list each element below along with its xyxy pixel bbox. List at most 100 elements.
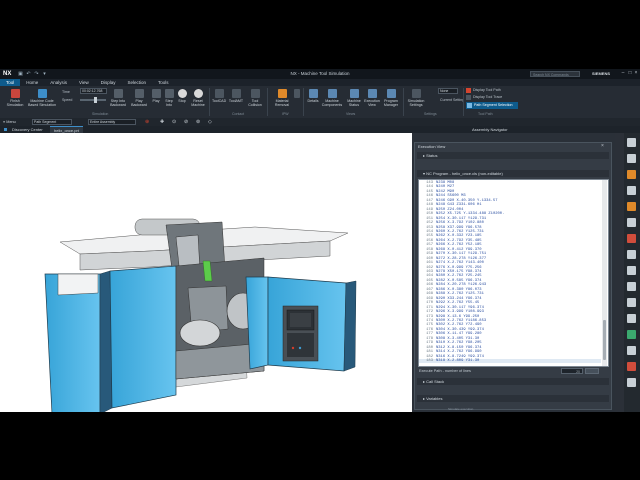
time-field[interactable]: 00:02:12.768 (80, 88, 107, 94)
snap-center-icon[interactable]: ⊚ (196, 119, 202, 125)
nc-program-section-header[interactable]: ▾ NC Program - helix_once.cls (non-edita… (417, 170, 609, 177)
tab-discovery-center[interactable]: Discovery Center (8, 126, 47, 133)
execution-view-button[interactable]: Execution View (363, 89, 381, 107)
camera-icon[interactable] (627, 378, 636, 387)
graphics-viewport[interactable] (0, 133, 412, 412)
scrollbar-thumb[interactable] (603, 320, 606, 360)
nc-line-text: N262 X-0.332 Y23.185 (436, 234, 482, 239)
menu-home[interactable]: Home (20, 79, 44, 86)
execute-path-button[interactable] (585, 368, 599, 374)
analysis-navigator-icon[interactable] (627, 346, 636, 355)
undo-icon[interactable]: ↶ (26, 71, 31, 77)
play-icon (151, 89, 161, 98)
nc-line-text: N242 M90 (436, 189, 455, 194)
simulation-settings-button[interactable]: Simulation Settings (405, 89, 427, 107)
part-navigator-icon[interactable] (627, 138, 636, 147)
palette-icon[interactable] (627, 266, 636, 275)
nc-line-text: N306 X-11.47 Y99.280 (436, 332, 482, 337)
presentation-icon[interactable] (627, 362, 636, 371)
menu-analysis[interactable]: Analysis (44, 79, 73, 86)
tab-assembly-navigator[interactable]: Assembly Navigator (468, 126, 512, 133)
ipw-button[interactable] (292, 89, 302, 99)
menu-tool[interactable]: Tool (0, 79, 21, 86)
snap-midpoint-icon[interactable]: ⊘ (184, 119, 190, 125)
machine-navigator-icon[interactable] (627, 234, 636, 243)
web-browser-icon[interactable] (627, 250, 636, 259)
group-simulation-label: Simulation (92, 112, 109, 116)
machine-code-simulation-button[interactable]: Machine Code Based Simulation (28, 89, 56, 107)
menu-view[interactable]: View (73, 79, 95, 86)
speed-slider-handle[interactable] (94, 97, 97, 103)
nc-program-listing[interactable]: 143 N238 M08 144 N240 M27 145 N242 M90 146 N244… (418, 179, 609, 367)
variables-section-header[interactable]: ▸ Variables (417, 395, 609, 402)
tool-collision-button[interactable]: Tool Collision (246, 89, 264, 107)
execution-view-side-icon[interactable] (627, 330, 636, 339)
nc-line-text: N286 X-0.380 Y86.073 (436, 287, 482, 292)
redo-icon[interactable]: ↷ (34, 71, 39, 77)
history-icon[interactable] (627, 218, 636, 227)
toolamt-button[interactable]: ToolAMT (228, 89, 244, 103)
nc-line-current[interactable]: 183 N318 X-2.809 Y31.30 (419, 359, 601, 364)
panel-close-icon[interactable]: × (601, 143, 604, 149)
quick-access-dropdown-icon[interactable]: ▾ (42, 71, 47, 77)
menu-tools[interactable]: Tools (152, 79, 175, 86)
nc-line-text: N266 X-2.762 Y52.185 (436, 243, 482, 248)
title-bar: NX ▣ ↶ ↷ ▾ NX - Machine Tool Simulation … (0, 69, 640, 79)
toolcad-icon (214, 89, 224, 98)
details-button[interactable]: Details (306, 89, 320, 103)
nc-line-text: N296 X-3.999 Y108.993 (436, 310, 484, 315)
step-into-backward-button[interactable]: Step Into Backward (110, 89, 126, 107)
machine-components-button[interactable]: Machine Components (320, 89, 344, 107)
assembly-navigator-icon[interactable] (627, 154, 636, 163)
status-section-header[interactable]: ▸ Status (417, 152, 609, 159)
play-button[interactable]: Play (150, 89, 162, 103)
step-into-button[interactable]: Step Into (163, 89, 175, 107)
display-toolpath-button[interactable]: Display Tool Path (466, 88, 516, 94)
minimize-icon[interactable]: – (620, 70, 626, 77)
nc-line-text: N272 X-28.278 Y126.377 (436, 256, 487, 261)
snap-quadrant-icon[interactable]: ◇ (208, 119, 214, 125)
process-studio-icon[interactable] (627, 282, 636, 291)
nc-line-text: N252 X5.725 Y-1334.488 Z10200. (436, 212, 505, 217)
current-setting-field[interactable]: None (438, 88, 458, 94)
ipw-icon (294, 89, 300, 98)
type-filter-dropdown[interactable]: Path Segment (32, 119, 72, 125)
toolamt-icon (231, 89, 241, 98)
program-manager-button[interactable]: Program Manager (381, 89, 401, 107)
machine-status-button[interactable]: Machine Status (345, 89, 363, 107)
stop-button[interactable]: Stop (176, 89, 188, 103)
finish-simulation-button[interactable]: Finish Simulation (4, 89, 26, 107)
nc-line-text: N318 X-2.809 Y31.30 (436, 359, 480, 363)
display-tooltrace-button[interactable]: Display Tool Trace (466, 95, 516, 101)
menu-display[interactable]: Display (95, 79, 122, 86)
assembly-scope-dropdown[interactable]: Entire Assembly (88, 119, 136, 125)
system-materials-icon[interactable] (627, 314, 636, 323)
reset-machine-button[interactable]: Reset Machine (190, 89, 206, 107)
menu-button[interactable]: ≡ Menu (3, 119, 27, 125)
right-enclosure-side (343, 280, 357, 372)
select-filter-icon[interactable]: ⊕ (145, 119, 151, 125)
menu-bar: Tool Home Analysis View Display Selectio… (0, 79, 640, 86)
manufacturing-wizard-icon[interactable] (627, 298, 636, 307)
nc-line-text: N294 X-30.117 Y96.374 (436, 305, 484, 310)
roles-icon[interactable] (627, 202, 636, 211)
constraint-navigator-icon[interactable] (627, 186, 636, 195)
material-removal-button[interactable]: Material Removal (272, 89, 292, 107)
speed-slider[interactable] (80, 97, 106, 103)
call-stack-section-header[interactable]: ▸ Call Stack (417, 378, 609, 385)
listing-scrollbar[interactable] (602, 180, 607, 366)
nc-line-text: N278 X50.175 Y98.374 (436, 270, 482, 274)
toolcad-button[interactable]: ToolCAD (212, 89, 226, 103)
nc-line-text: N276 X-0.999 Y75.256 (436, 265, 482, 270)
save-icon[interactable]: ▣ (18, 71, 23, 77)
reuse-library-icon[interactable] (627, 170, 636, 179)
path-segment-selection-button[interactable]: Path Segment Selection (466, 102, 518, 109)
snap-point-icon[interactable]: ✚ (160, 119, 166, 125)
execute-path-lines-field[interactable]: 20 (561, 368, 583, 374)
menu-selection[interactable]: Selection (122, 79, 153, 86)
snap-endpoint-icon[interactable]: ⊙ (172, 119, 178, 125)
play-backward-button[interactable]: Play Backward (130, 89, 148, 107)
document-tab-row: Discovery Center helix_once.prt Assembly… (0, 126, 640, 134)
close-icon[interactable]: × (633, 70, 639, 77)
command-search-input[interactable]: Search NX Commands (530, 70, 580, 77)
